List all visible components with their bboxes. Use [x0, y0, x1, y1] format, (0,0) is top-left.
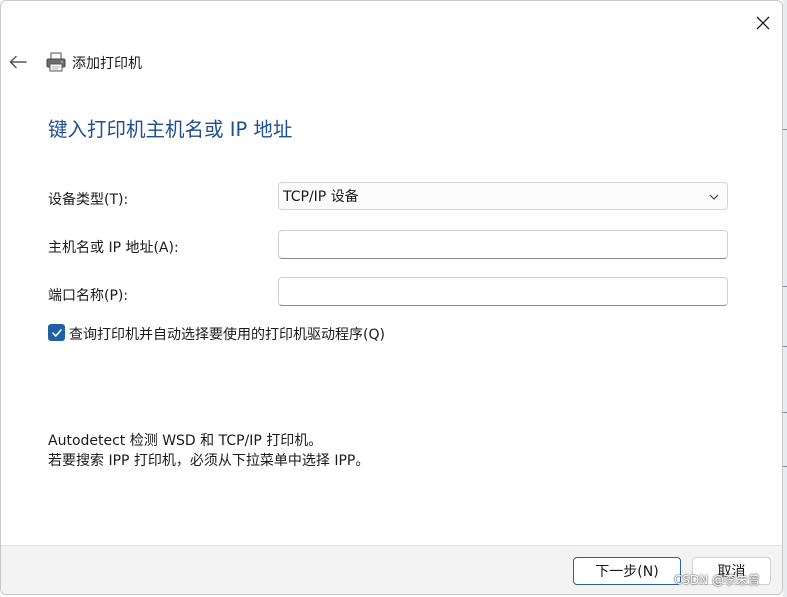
background-window-edge — [783, 0, 787, 597]
auto-select-driver-label[interactable]: 查询打印机并自动选择要使用的打印机驱动程序(Q) — [69, 324, 385, 344]
wizard-title: 添加打印机 — [72, 56, 142, 72]
chevron-down-icon — [709, 194, 719, 200]
port-name-input[interactable] — [278, 277, 728, 306]
back-arrow-icon — [9, 55, 27, 69]
info-line-1: Autodetect 检测 WSD 和 TCP/IP 打印机。 — [48, 433, 323, 449]
page-heading: 键入打印机主机名或 IP 地址 — [48, 118, 293, 141]
checkmark-icon — [51, 328, 62, 337]
info-line-2: 若要搜索 IPP 打印机，必须从下拉菜单中选择 IPP。 — [48, 453, 370, 469]
add-printer-dialog: 添加打印机 键入打印机主机名或 IP 地址 设备类型(T): TCP/IP 设备… — [0, 0, 783, 595]
hostname-label: 主机名或 IP 地址(A): — [48, 240, 179, 256]
watermark: CSDN @李未曾 — [674, 573, 761, 587]
close-icon — [756, 16, 770, 30]
device-type-value: TCP/IP 设备 — [283, 189, 359, 205]
close-button[interactable] — [745, 7, 781, 39]
device-type-select[interactable]: TCP/IP 设备 — [278, 182, 728, 210]
device-type-label: 设备类型(T): — [48, 192, 129, 208]
back-button[interactable] — [5, 48, 31, 76]
port-name-label: 端口名称(P): — [48, 288, 129, 304]
printer-icon — [46, 52, 66, 72]
auto-select-driver-checkbox[interactable] — [48, 324, 65, 341]
hostname-input[interactable] — [278, 230, 728, 259]
next-button[interactable]: 下一步(N) — [573, 557, 681, 585]
